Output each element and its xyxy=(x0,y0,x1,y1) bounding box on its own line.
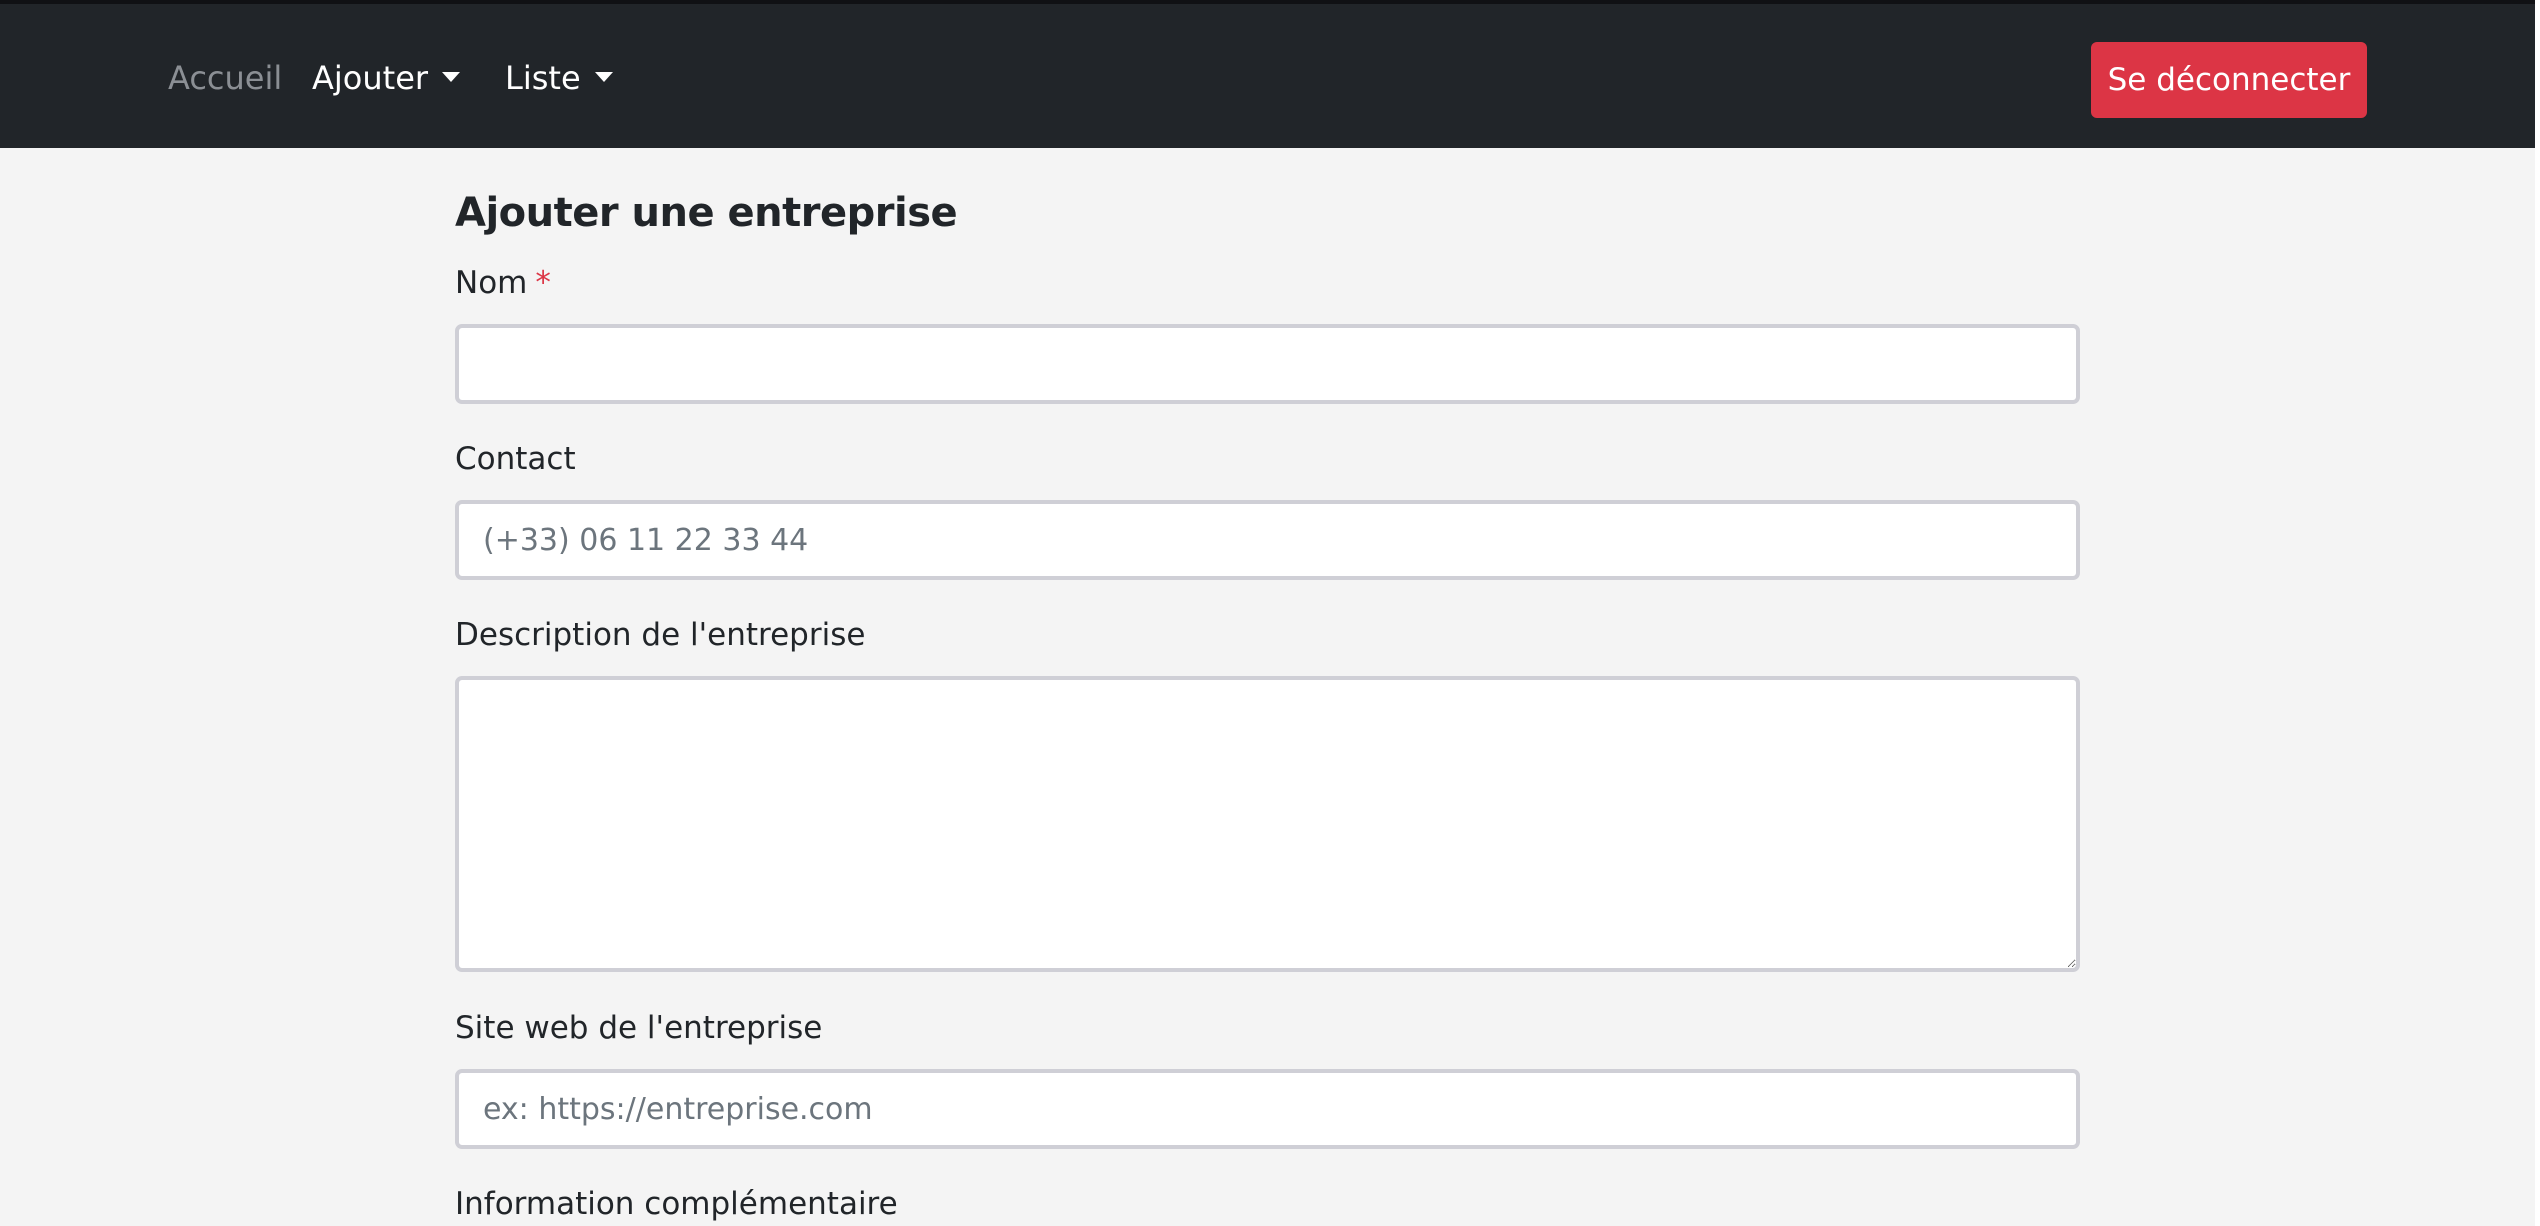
top-navbar: Accueil Ajouter Liste Se déconnecter xyxy=(0,4,2535,148)
name-input[interactable] xyxy=(455,324,2080,404)
scrollbar-track[interactable] xyxy=(2535,0,2540,1226)
logout-button[interactable]: Se déconnecter xyxy=(2091,42,2367,118)
website-label: Site web de l'entreprise xyxy=(455,1010,823,1046)
description-textarea[interactable] xyxy=(455,676,2080,972)
caret-down-icon xyxy=(594,72,613,82)
contact-input[interactable] xyxy=(455,500,2080,580)
nav-add-label: Ajouter xyxy=(312,59,429,97)
nav-list-dropdown[interactable]: Liste xyxy=(505,56,613,100)
name-label: Nom * xyxy=(455,265,551,301)
page-title: Ajouter une entreprise xyxy=(455,190,958,236)
extra-info-label: Information complémentaire xyxy=(455,1186,898,1222)
required-marker: * xyxy=(535,265,551,301)
caret-down-icon xyxy=(442,72,461,82)
name-label-text: Nom xyxy=(455,265,528,301)
description-label: Description de l'entreprise xyxy=(455,617,866,653)
contact-label: Contact xyxy=(455,441,576,477)
nav-list-label: Liste xyxy=(505,59,581,97)
nav-home-link[interactable]: Accueil xyxy=(168,56,282,100)
website-input[interactable] xyxy=(455,1069,2080,1149)
nav-add-dropdown[interactable]: Ajouter xyxy=(312,56,461,100)
